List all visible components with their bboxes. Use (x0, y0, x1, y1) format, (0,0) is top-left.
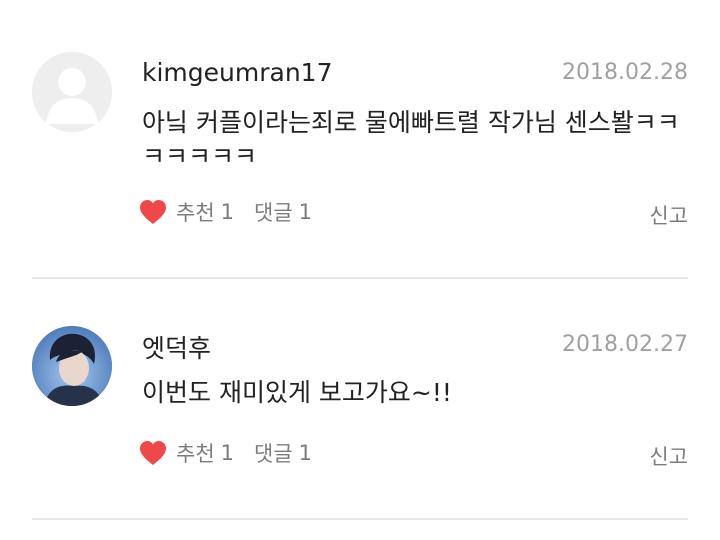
default-user-icon[interactable] (32, 52, 112, 132)
divider (32, 518, 688, 520)
user-photo[interactable] (32, 326, 112, 406)
recommend-count: 1 (220, 441, 235, 465)
comment-actions: 추천 1 댓글 1 (138, 436, 312, 470)
comment-date: 2018.02.27 (562, 332, 688, 357)
comment-date: 2018.02.28 (562, 60, 688, 85)
comment-username[interactable]: kimgeumran17 (142, 58, 332, 87)
comment-text: 이번도 재미있게 보고가요~!! (142, 378, 452, 407)
recommend-label[interactable]: 추천 (176, 438, 215, 468)
recommend-label[interactable]: 추천 (176, 197, 215, 227)
heart-icon[interactable] (138, 198, 168, 226)
report-button[interactable]: 신고 (649, 441, 688, 471)
heart-icon[interactable] (138, 439, 168, 467)
comment-text: 아닠 커플이라는죄로 물에빠트렬 작가님 센스봘ㅋㅋㅋㅋㅋㅋㅋ (142, 108, 680, 171)
reply-count: 1 (298, 200, 313, 224)
comment-username[interactable]: 엣덕후 (142, 329, 211, 365)
comment-actions: 추천 1 댓글 1 (138, 195, 312, 229)
report-button[interactable]: 신고 (649, 200, 688, 230)
reply-count: 1 (298, 441, 313, 465)
reply-button[interactable]: 댓글 (254, 438, 293, 468)
recommend-count: 1 (220, 200, 235, 224)
comment-item: 엣덕후 2018.02.27 이번도 재미있게 보고가요~!! 추천 1 댓글 … (0, 279, 720, 519)
comment-item: kimgeumran17 2018.02.28 아닠 커플이라는죄로 물에빠트렬… (0, 0, 720, 278)
reply-button[interactable]: 댓글 (254, 197, 293, 227)
